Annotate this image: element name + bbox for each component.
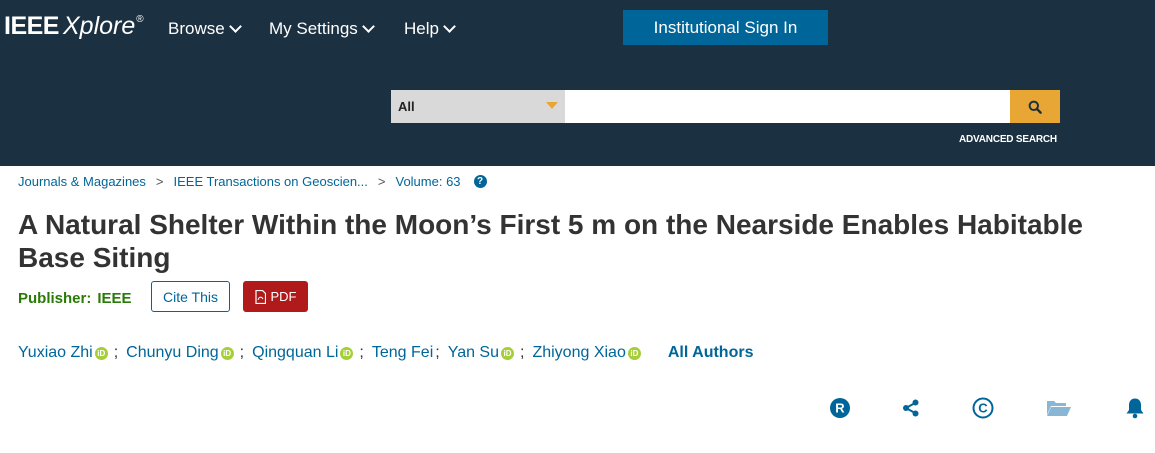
all-authors-link[interactable]: All Authors [668,344,754,362]
publisher-label: Publisher: [18,290,92,307]
nav-browse-label: Browse [168,19,225,38]
author-separator: ; [435,344,440,361]
search-bar: All [391,90,1060,123]
ieee-xplore-logo[interactable]: IEEE Xplore® [4,12,144,41]
orcid-icon[interactable]: iD [94,346,108,360]
author-separator: ; [113,344,119,361]
author-zhiyong-xiao[interactable]: Zhiyong Xiao iD [532,344,641,362]
rights-permissions-button[interactable]: R [828,396,852,420]
author-list: Yuxiao Zhi iD ; Chunyu Ding iD ; Qingqua… [18,344,753,362]
breadcrumb-publication[interactable]: IEEE Transactions on Geoscien... [174,174,368,189]
author-separator: ; [239,344,245,361]
pdf-button[interactable]: PDF [243,281,308,312]
svg-text:C: C [978,401,988,416]
share-icon [903,399,919,417]
orcid-icon[interactable]: iD [501,346,514,360]
author-separator: ; [359,344,364,361]
author-name: Qingquan Li [252,344,339,361]
svg-text:R: R [835,401,845,416]
breadcrumb-separator: > [155,174,164,189]
breadcrumb: Journals & Magazines > IEEE Transactions… [18,174,487,189]
author-qingquan-li[interactable]: Qingquan Li iD [252,344,354,362]
breadcrumb-journals-magazines[interactable]: Journals & Magazines [18,174,146,189]
author-name: Yuxiao Zhi [18,344,93,361]
chevron-down-icon [361,19,375,33]
search-button[interactable] [1010,90,1060,123]
help-question-icon[interactable]: ? [473,175,487,188]
orcid-icon[interactable]: iD [220,346,234,360]
orcid-icon[interactable]: iD [340,346,354,360]
nav-help[interactable]: Help [404,19,456,39]
alerts-button[interactable] [1123,396,1147,420]
chevron-down-icon [228,19,242,33]
cite-this-button[interactable]: Cite This [151,281,230,312]
nav-browse[interactable]: Browse [168,19,242,39]
copyright-button[interactable]: C [971,396,995,420]
logo-ieee-text: IEEE [4,12,59,40]
search-scope-select[interactable]: All [391,90,565,123]
author-name: Chunyu Ding [126,344,219,361]
publisher-value: IEEE [97,290,132,307]
breadcrumb-separator: > [377,174,386,189]
author-yan-su[interactable]: Yan Su iD [448,344,514,362]
nav-my-settings-label: My Settings [269,19,358,38]
logo-xplore-text: Xplore [62,12,136,40]
author-chunyu-ding[interactable]: Chunyu Ding iD [126,344,234,362]
publisher-info: Publisher: IEEE [18,290,132,307]
breadcrumb-volume[interactable]: Volume: 63 [395,174,460,189]
bell-icon [1126,398,1144,419]
nav-help-label: Help [404,19,439,38]
article-title: A Natural Shelter Within the Moon’s Firs… [18,209,1083,273]
share-button[interactable] [899,396,923,420]
author-yuxiao-zhi[interactable]: Yuxiao Zhi iD [18,344,108,362]
caret-down-icon [546,102,558,109]
search-scope-value: All [398,99,415,114]
advanced-search-link[interactable]: ADVANCED SEARCH [959,134,1057,145]
search-icon [1028,100,1042,114]
site-header: IEEE Xplore® Browse My Settings Help Inst… [0,0,1155,166]
author-name: Teng Fei [371,344,434,361]
search-input[interactable] [565,90,1010,123]
author-name: Yan Su [447,344,499,361]
logo-registered-mark: ® [136,14,144,25]
folder-open-icon [1047,401,1071,416]
author-name: Zhiyong Xiao [532,344,626,361]
pdf-file-icon [254,289,266,304]
nav-my-settings[interactable]: My Settings [269,19,375,39]
chevron-down-icon [443,19,456,33]
pdf-button-label: PDF [270,289,297,304]
author-teng-fei[interactable]: Teng Fei [372,344,433,362]
registered-icon: R [830,398,850,418]
institutional-sign-in-button[interactable]: Institutional Sign In [623,10,828,45]
save-to-folder-button[interactable] [1046,396,1072,420]
orcid-icon[interactable]: iD [627,346,641,360]
author-separator: ; [520,344,525,361]
copyright-icon: C [972,397,994,419]
